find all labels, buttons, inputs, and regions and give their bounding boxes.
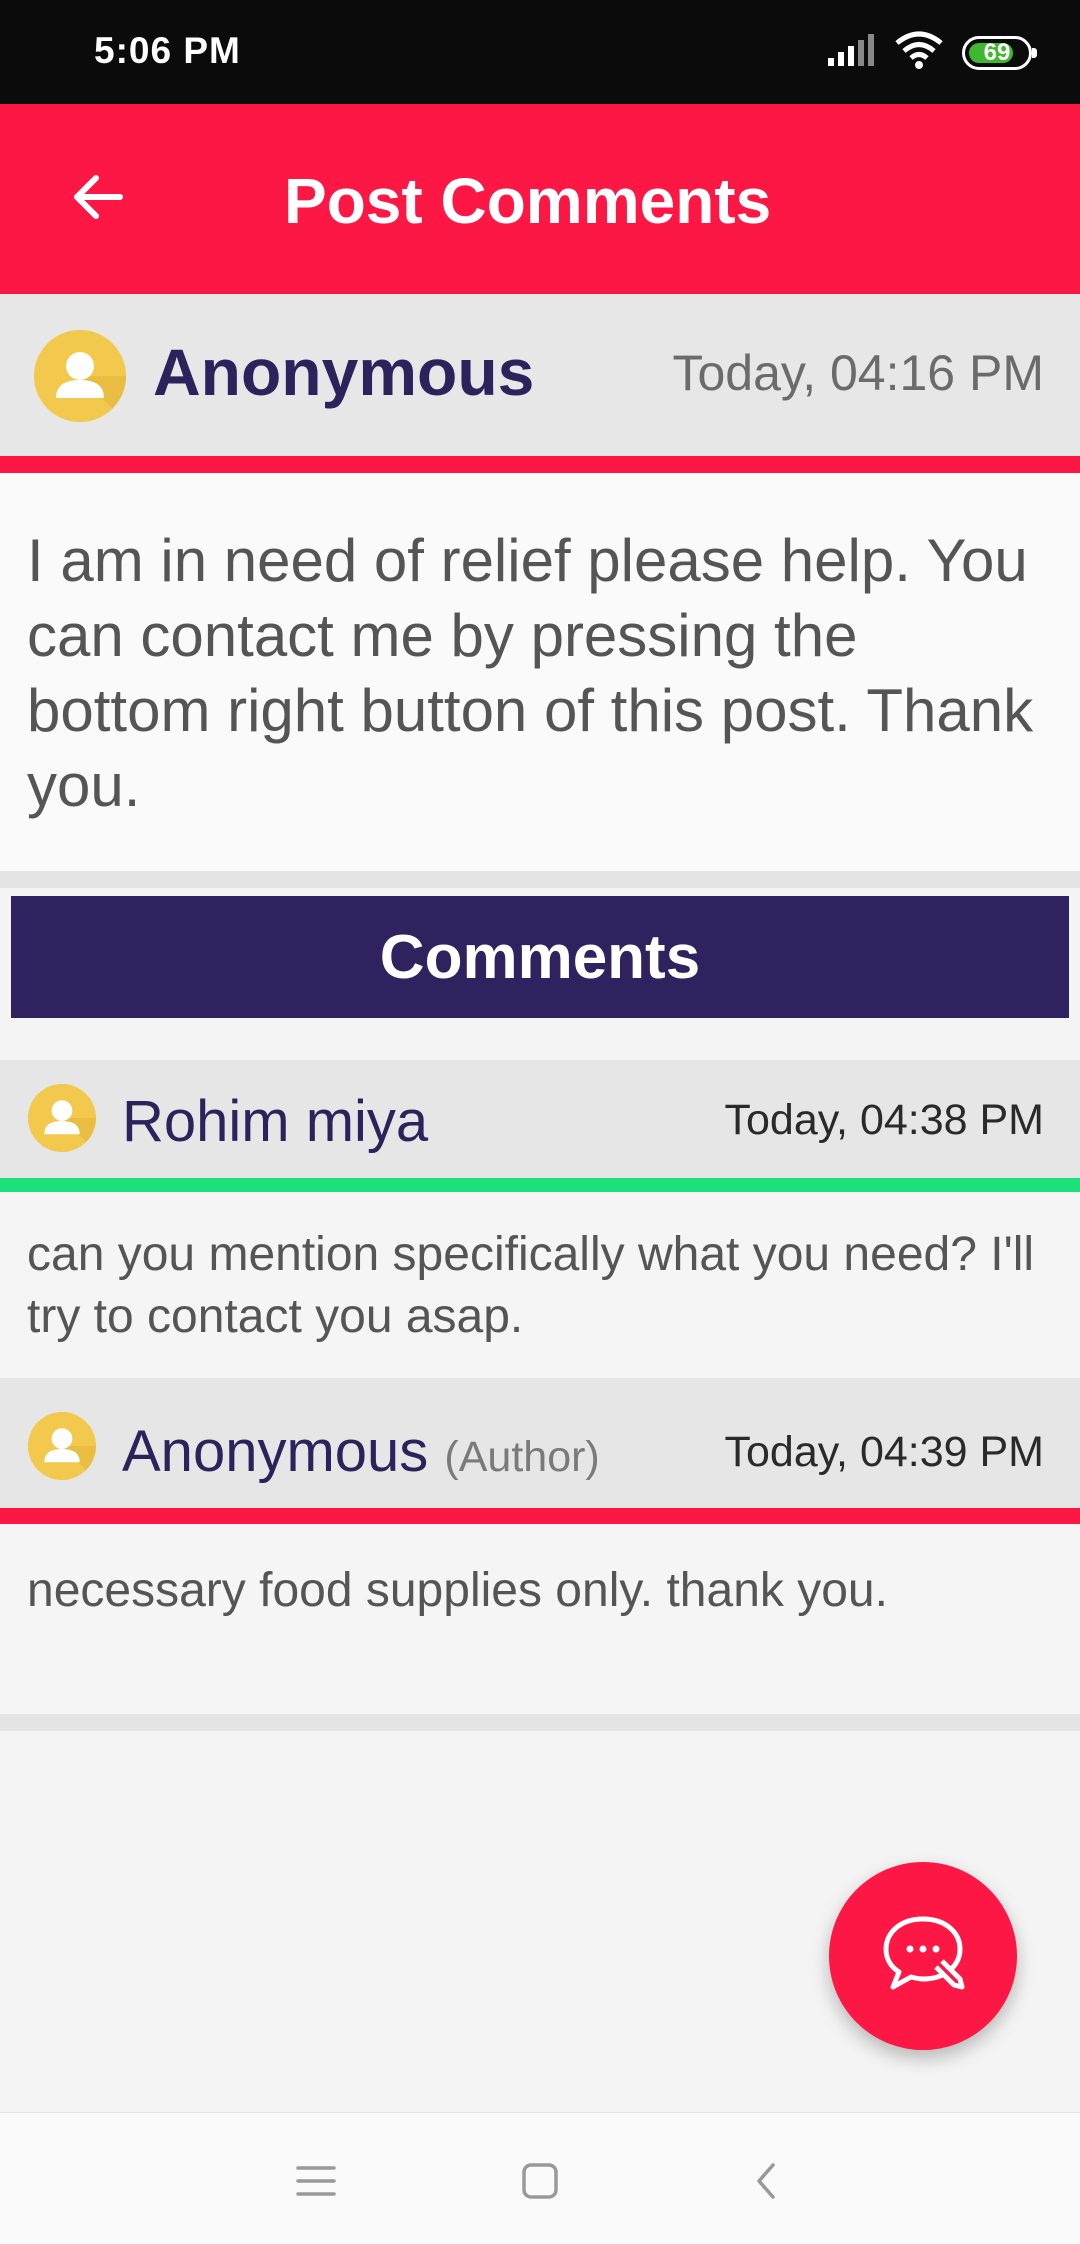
comment-edit-icon <box>878 1909 968 2004</box>
system-nav-bar <box>0 2112 1080 2244</box>
battery-icon: 69 <box>962 35 1037 70</box>
status-icons: 69 <box>826 30 1037 75</box>
recent-apps-button[interactable] <box>276 2143 356 2223</box>
comment-header: Rohim miya Today, 04:38 PM <box>0 1060 1080 1178</box>
home-button[interactable] <box>500 2143 580 2223</box>
comment-accent-line <box>0 1508 1080 1524</box>
page-title: Post Comments <box>284 165 772 237</box>
comment-header: Anonymous (Author) Today, 04:39 PM <box>0 1378 1080 1508</box>
post-accent-line <box>0 456 1080 473</box>
post-header: Anonymous Today, 04:16 PM <box>0 294 1080 456</box>
commenter-name: Anonymous (Author) <box>122 1418 600 1485</box>
comment-accent-line <box>0 1178 1080 1192</box>
app-bar: Post Comments <box>0 104 1080 294</box>
battery-level: 69 <box>983 38 1011 66</box>
comment-body: can you mention specifically what you ne… <box>0 1192 1080 1378</box>
signal-icon <box>826 32 876 73</box>
comment-body: necessary food supplies only. thank you. <box>0 1524 1080 1714</box>
comment-time: Today, 04:38 PM <box>724 1096 1045 1144</box>
arrow-back-icon <box>68 167 128 232</box>
post-text: I am in need of relief please help. You … <box>27 527 1034 819</box>
post-author: Anonymous <box>153 335 535 409</box>
user-icon <box>28 1084 96 1152</box>
user-icon <box>28 1412 96 1480</box>
commenter-name: Rohim miya <box>122 1089 429 1154</box>
contact-fab-button[interactable] <box>829 1862 1017 2050</box>
menu-icon <box>296 2164 336 2203</box>
user-icon <box>34 330 126 422</box>
divider <box>0 1714 1080 1731</box>
post-body: I am in need of relief please help. You … <box>0 473 1080 871</box>
back-nav-button[interactable] <box>726 2143 806 2223</box>
comments-heading: Comments <box>11 896 1069 1018</box>
author-tag: (Author) <box>444 1433 600 1481</box>
avatar <box>28 1084 96 1152</box>
home-square-icon <box>521 2162 559 2205</box>
status-time: 5:06 PM <box>94 30 241 71</box>
back-chevron-icon <box>751 2161 781 2206</box>
post-time: Today, 04:16 PM <box>672 345 1044 401</box>
comment-time: Today, 04:39 PM <box>724 1428 1045 1476</box>
avatar <box>34 330 126 422</box>
wifi-icon <box>894 30 944 75</box>
commenter-name-text: Anonymous <box>122 1419 429 1484</box>
back-button[interactable] <box>48 149 148 249</box>
status-bar: 5:06 PM 69 <box>0 0 1080 104</box>
comment-text: necessary food supplies only. thank you. <box>27 1564 888 1617</box>
comment-text: can you mention specifically what you ne… <box>27 1228 1035 1343</box>
avatar <box>28 1412 96 1480</box>
divider <box>0 871 1080 888</box>
